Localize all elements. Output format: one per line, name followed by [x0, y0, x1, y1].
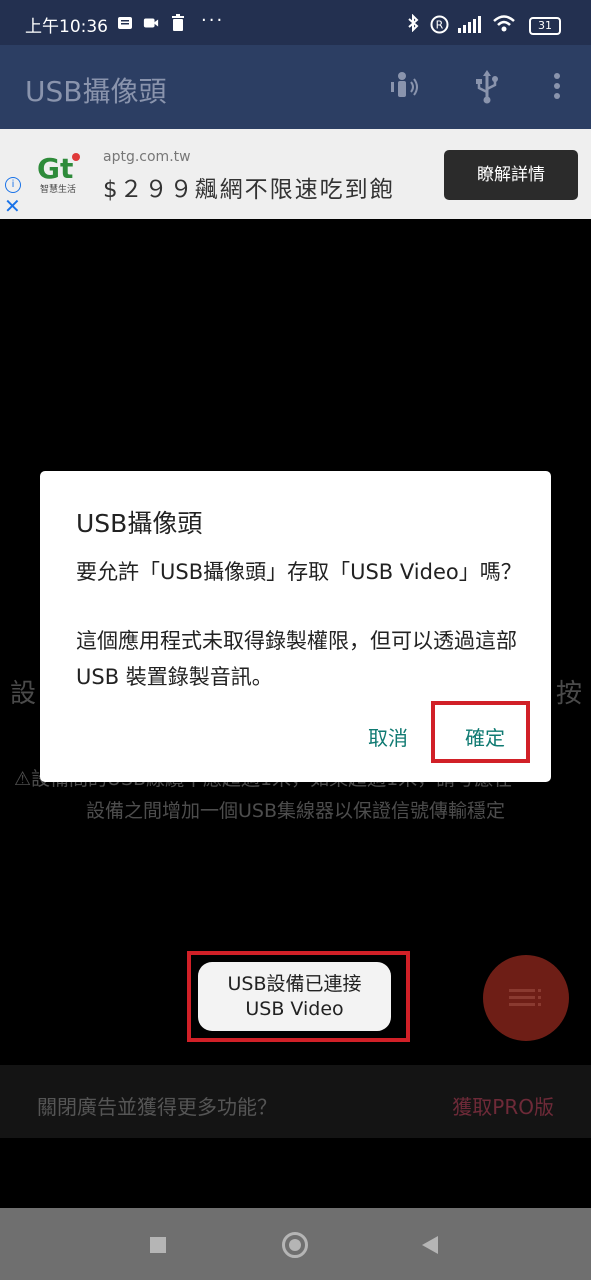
- recents-icon[interactable]: [150, 1237, 166, 1253]
- home-icon[interactable]: [282, 1232, 308, 1258]
- back-icon[interactable]: [420, 1235, 440, 1255]
- registered-icon: R: [430, 15, 449, 34]
- battery-icon: 31: [529, 17, 561, 35]
- ad-cta-button[interactable]: 瞭解詳情: [444, 150, 578, 200]
- ad-close-icon[interactable]: ✕: [4, 195, 21, 217]
- bluetooth-icon: [408, 14, 419, 32]
- system-nav-bar: [0, 1208, 591, 1280]
- overflow-menu-icon[interactable]: [552, 70, 562, 104]
- usb-cable-warning-line2: 設備之間增加一個USB集線器以保證信號傳輸穩定: [85, 800, 505, 822]
- app-title: USB攝像頭: [25, 75, 167, 108]
- menu-fab[interactable]: [483, 955, 569, 1041]
- ad-headline: $２９９飆網不限速吃到飽: [103, 177, 395, 203]
- ad-url: aptg.com.tw: [103, 149, 191, 165]
- audio-person-icon[interactable]: [389, 70, 419, 104]
- svg-text:Gt: Gt: [37, 152, 73, 182]
- dialog-title: USB攝像頭: [76, 509, 203, 538]
- cancel-button[interactable]: 取消: [368, 722, 408, 751]
- ok-button-highlight: [431, 701, 530, 763]
- get-pro-button[interactable]: 獲取PRO版: [452, 1091, 554, 1120]
- dialog-message-audio: 這個應用程式未取得錄製權限，但可以透過這部 USB 裝置錄製音訊。: [76, 629, 517, 689]
- wifi-icon: [493, 15, 515, 32]
- app-bar: USB攝像頭: [0, 45, 591, 129]
- notification-icon: [118, 17, 132, 29]
- trash-icon: [172, 14, 184, 31]
- list-menu-icon: [509, 989, 541, 1006]
- signal-icon: [458, 16, 481, 33]
- status-bar: 上午10:36 ··· R 31: [0, 0, 591, 45]
- dialog-message-permission: 要允許「USB攝像頭」存取「USB Video」嗎？: [76, 560, 522, 584]
- more-dots-icon: ···: [201, 10, 225, 31]
- status-time: 上午10:36: [25, 17, 108, 37]
- usb-icon[interactable]: [476, 70, 498, 104]
- pro-upsell-bar: 關閉廣告並獲得更多功能？ 獲取PRO版: [0, 1065, 591, 1138]
- home-icon-inner: [289, 1239, 301, 1251]
- svg-text:R: R: [436, 19, 444, 32]
- usb-permission-dialog: USB攝像頭 要允許「USB攝像頭」存取「USB Video」嗎？ 這個應用程式…: [40, 471, 551, 782]
- ad-banner[interactable]: Gt 智慧生活 aptg.com.tw $２９９飆網不限速吃到飽 瞭解詳情 i …: [0, 129, 591, 219]
- ad-logo-text: 智慧生活: [40, 185, 77, 195]
- ad-logo-icon: Gt: [37, 152, 80, 182]
- bg-text-left: 設: [10, 679, 37, 709]
- toast-highlight: [187, 951, 410, 1042]
- bg-text-right: 按: [556, 679, 583, 709]
- pro-upsell-text: 關閉廣告並獲得更多功能？: [37, 1095, 277, 1119]
- ad-info-icon[interactable]: i: [5, 177, 21, 193]
- video-call-icon: [143, 18, 159, 28]
